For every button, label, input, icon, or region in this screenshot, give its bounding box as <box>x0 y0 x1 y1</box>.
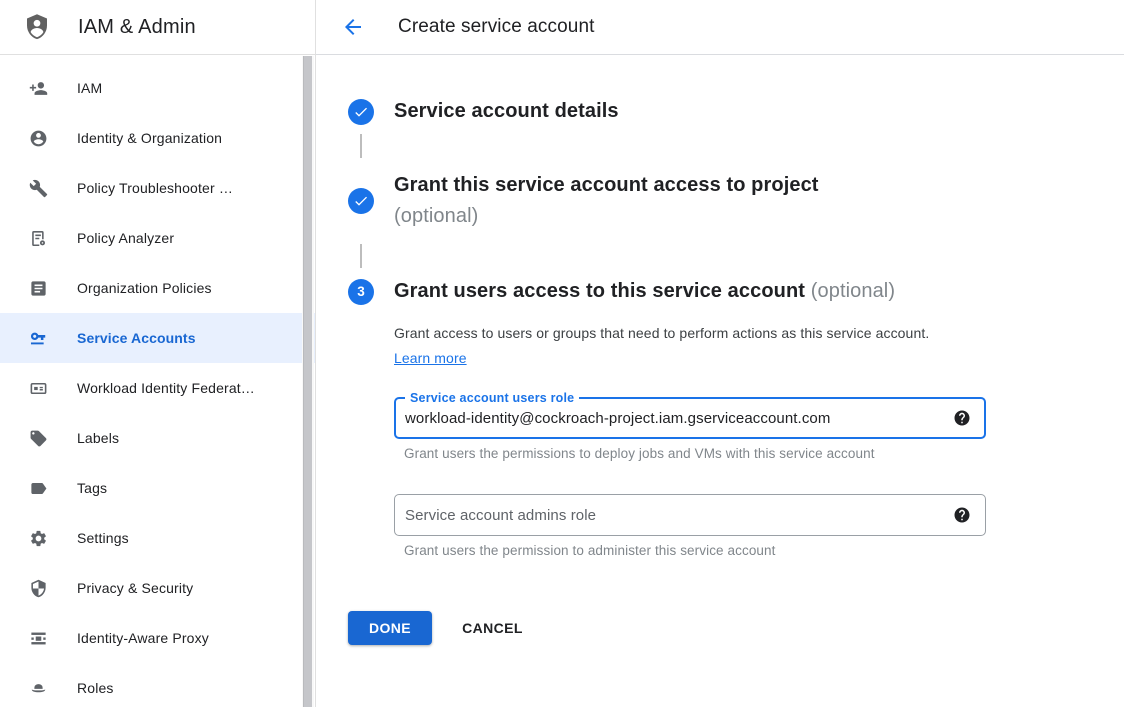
done-button[interactable]: DONE <box>348 611 432 645</box>
shield-half-icon <box>28 578 48 598</box>
help-icon[interactable] <box>953 409 971 427</box>
sidebar-item-label: Identity-Aware Proxy <box>77 630 209 646</box>
help-icon[interactable] <box>953 506 971 524</box>
sidebar-scrollbar <box>302 56 314 707</box>
sidebar-item-label: IAM <box>77 80 102 96</box>
step-title-text: Grant users access to this service accou… <box>394 280 805 302</box>
sidebar-item-label: Settings <box>77 530 129 546</box>
sidebar-item-identity-aware-proxy[interactable]: Identity-Aware Proxy <box>0 613 315 663</box>
sidebar-item-label: Privacy & Security <box>77 580 193 596</box>
field-helper-text: Grant users the permissions to deploy jo… <box>404 446 986 461</box>
article-icon <box>28 278 48 298</box>
service-account-key-icon <box>28 328 48 348</box>
sidebar-item-label: Service Accounts <box>77 330 196 346</box>
sidebar: IAM & Admin IAM Identity & Organization <box>0 0 316 707</box>
sidebar-item-label: Organization Policies <box>77 280 212 296</box>
step-description-text: Grant access to users or groups that nee… <box>394 325 929 341</box>
sidebar-item-organization-policies[interactable]: Organization Policies <box>0 263 315 313</box>
create-service-account-form: Service account details Grant this servi… <box>316 55 1124 707</box>
sidebar-item-roles[interactable]: Roles <box>0 663 315 707</box>
label-arrow-icon <box>28 478 48 498</box>
gear-icon <box>28 528 48 548</box>
step-3-number-badge: 3 <box>348 279 374 305</box>
step-number: 3 <box>357 284 365 299</box>
wrench-icon <box>28 178 48 198</box>
proxy-icon <box>28 628 48 648</box>
iam-shield-icon <box>22 11 52 43</box>
sidebar-scrollbar-thumb[interactable] <box>303 56 312 707</box>
tag-icon <box>28 428 48 448</box>
service-account-admins-role-input[interactable] <box>405 507 941 524</box>
step-title: Service account details <box>394 96 619 127</box>
sidebar-title: IAM & Admin <box>78 16 196 39</box>
step-title-text: Grant this service account access to pro… <box>394 174 819 196</box>
service-account-users-role-input[interactable] <box>405 410 941 427</box>
document-gear-icon <box>28 228 48 248</box>
step-3-grant-users-access: 3 Grant users access to this service acc… <box>348 276 1124 307</box>
stepper-connector <box>360 244 362 268</box>
sidebar-item-settings[interactable]: Settings <box>0 513 315 563</box>
step-3-body: Grant access to users or groups that nee… <box>394 321 986 558</box>
hat-icon <box>28 678 48 698</box>
sidebar-item-label: Identity & Organization <box>77 130 222 146</box>
main-panel: Create service account Service account d… <box>316 0 1124 707</box>
check-circle-icon <box>348 99 374 125</box>
page-title: Create service account <box>398 16 595 38</box>
cancel-button[interactable]: CANCEL <box>462 620 523 636</box>
learn-more-link[interactable]: Learn more <box>394 350 467 366</box>
sidebar-item-label: Policy Analyzer <box>77 230 174 246</box>
step-description: Grant access to users or groups that nee… <box>394 321 960 371</box>
app-window: IAM & Admin IAM Identity & Organization <box>0 0 1124 707</box>
step-2-grant-access-to-project: Grant this service account access to pro… <box>348 170 1124 232</box>
sidebar-nav: IAM Identity & Organization Policy Troub… <box>0 55 315 707</box>
sidebar-item-tags[interactable]: Tags <box>0 463 315 513</box>
step-optional-text: (optional) <box>394 201 819 232</box>
sidebar-header: IAM & Admin <box>0 0 315 55</box>
sidebar-item-labels[interactable]: Labels <box>0 413 315 463</box>
sidebar-item-service-accounts[interactable]: Service Accounts <box>0 313 315 363</box>
arrow-back-icon <box>341 15 365 39</box>
sidebar-item-identity-organization[interactable]: Identity & Organization <box>0 113 315 163</box>
stepper-connector <box>360 134 362 158</box>
form-actions: DONE CANCEL <box>348 611 1124 645</box>
sidebar-item-label: Policy Troubleshooter … <box>77 180 233 196</box>
page-header: Create service account <box>316 0 1124 55</box>
account-circle-icon <box>28 128 48 148</box>
badge-icon <box>28 378 48 398</box>
sidebar-item-privacy-security[interactable]: Privacy & Security <box>0 563 315 613</box>
sidebar-item-workload-identity-federation[interactable]: Workload Identity Federat… <box>0 363 315 413</box>
step-1-service-account-details: Service account details <box>348 96 1124 127</box>
person-add-icon <box>28 78 48 98</box>
service-account-users-role-field: Service account users role <box>394 397 986 439</box>
step-title: Grant this service account access to pro… <box>394 170 819 232</box>
sidebar-item-label: Workload Identity Federat… <box>77 380 255 396</box>
sidebar-item-label: Tags <box>77 480 107 496</box>
back-button[interactable] <box>341 15 365 39</box>
sidebar-item-policy-analyzer[interactable]: Policy Analyzer <box>0 213 315 263</box>
check-circle-icon <box>348 188 374 214</box>
service-account-admins-role-field <box>394 494 986 536</box>
sidebar-item-label: Roles <box>77 680 114 696</box>
sidebar-item-policy-troubleshooter[interactable]: Policy Troubleshooter … <box>0 163 315 213</box>
field-helper-text: Grant users the permission to administer… <box>404 543 986 558</box>
sidebar-item-label: Labels <box>77 430 119 446</box>
step-optional-text: (optional) <box>811 280 895 302</box>
sidebar-item-iam[interactable]: IAM <box>0 63 315 113</box>
field-floating-label: Service account users role <box>405 390 579 407</box>
step-title: Grant users access to this service accou… <box>394 276 895 307</box>
